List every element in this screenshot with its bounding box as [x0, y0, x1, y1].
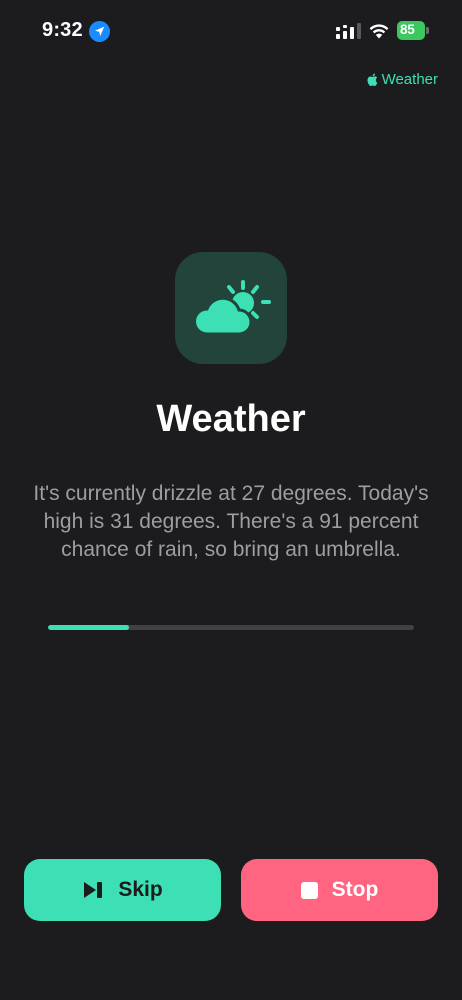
weather-message: It's currently drizzle at 27 degrees. To…: [33, 482, 429, 561]
battery-percentage: 85: [400, 22, 415, 37]
battery-nub: [426, 27, 429, 34]
skip-icon: [84, 882, 103, 898]
progress-bar: [48, 625, 414, 630]
source-app-label[interactable]: Weather: [367, 71, 438, 88]
stop-icon: [300, 881, 318, 899]
source-app-name: Weather: [381, 71, 438, 88]
battery-icon: 85: [397, 21, 430, 40]
status-bar: 9:32 85: [0, 0, 462, 60]
battery-level: 85: [397, 21, 425, 40]
status-time: 9:32: [42, 19, 83, 41]
stop-button[interactable]: Stop: [241, 859, 438, 921]
stop-button-label: Stop: [331, 878, 379, 901]
wifi-icon: [369, 24, 389, 39]
skip-button[interactable]: Skip: [24, 859, 221, 921]
apple-icon: [367, 73, 377, 86]
cellular-signal-icon: [336, 23, 361, 39]
progress-fill: [48, 625, 129, 630]
app-title: Weather: [156, 398, 306, 440]
weather-app-icon: [175, 252, 287, 364]
location-arrow-icon: [89, 21, 110, 42]
weather-partly-cloudy-icon: [193, 280, 271, 336]
skip-button-label: Skip: [118, 878, 163, 901]
